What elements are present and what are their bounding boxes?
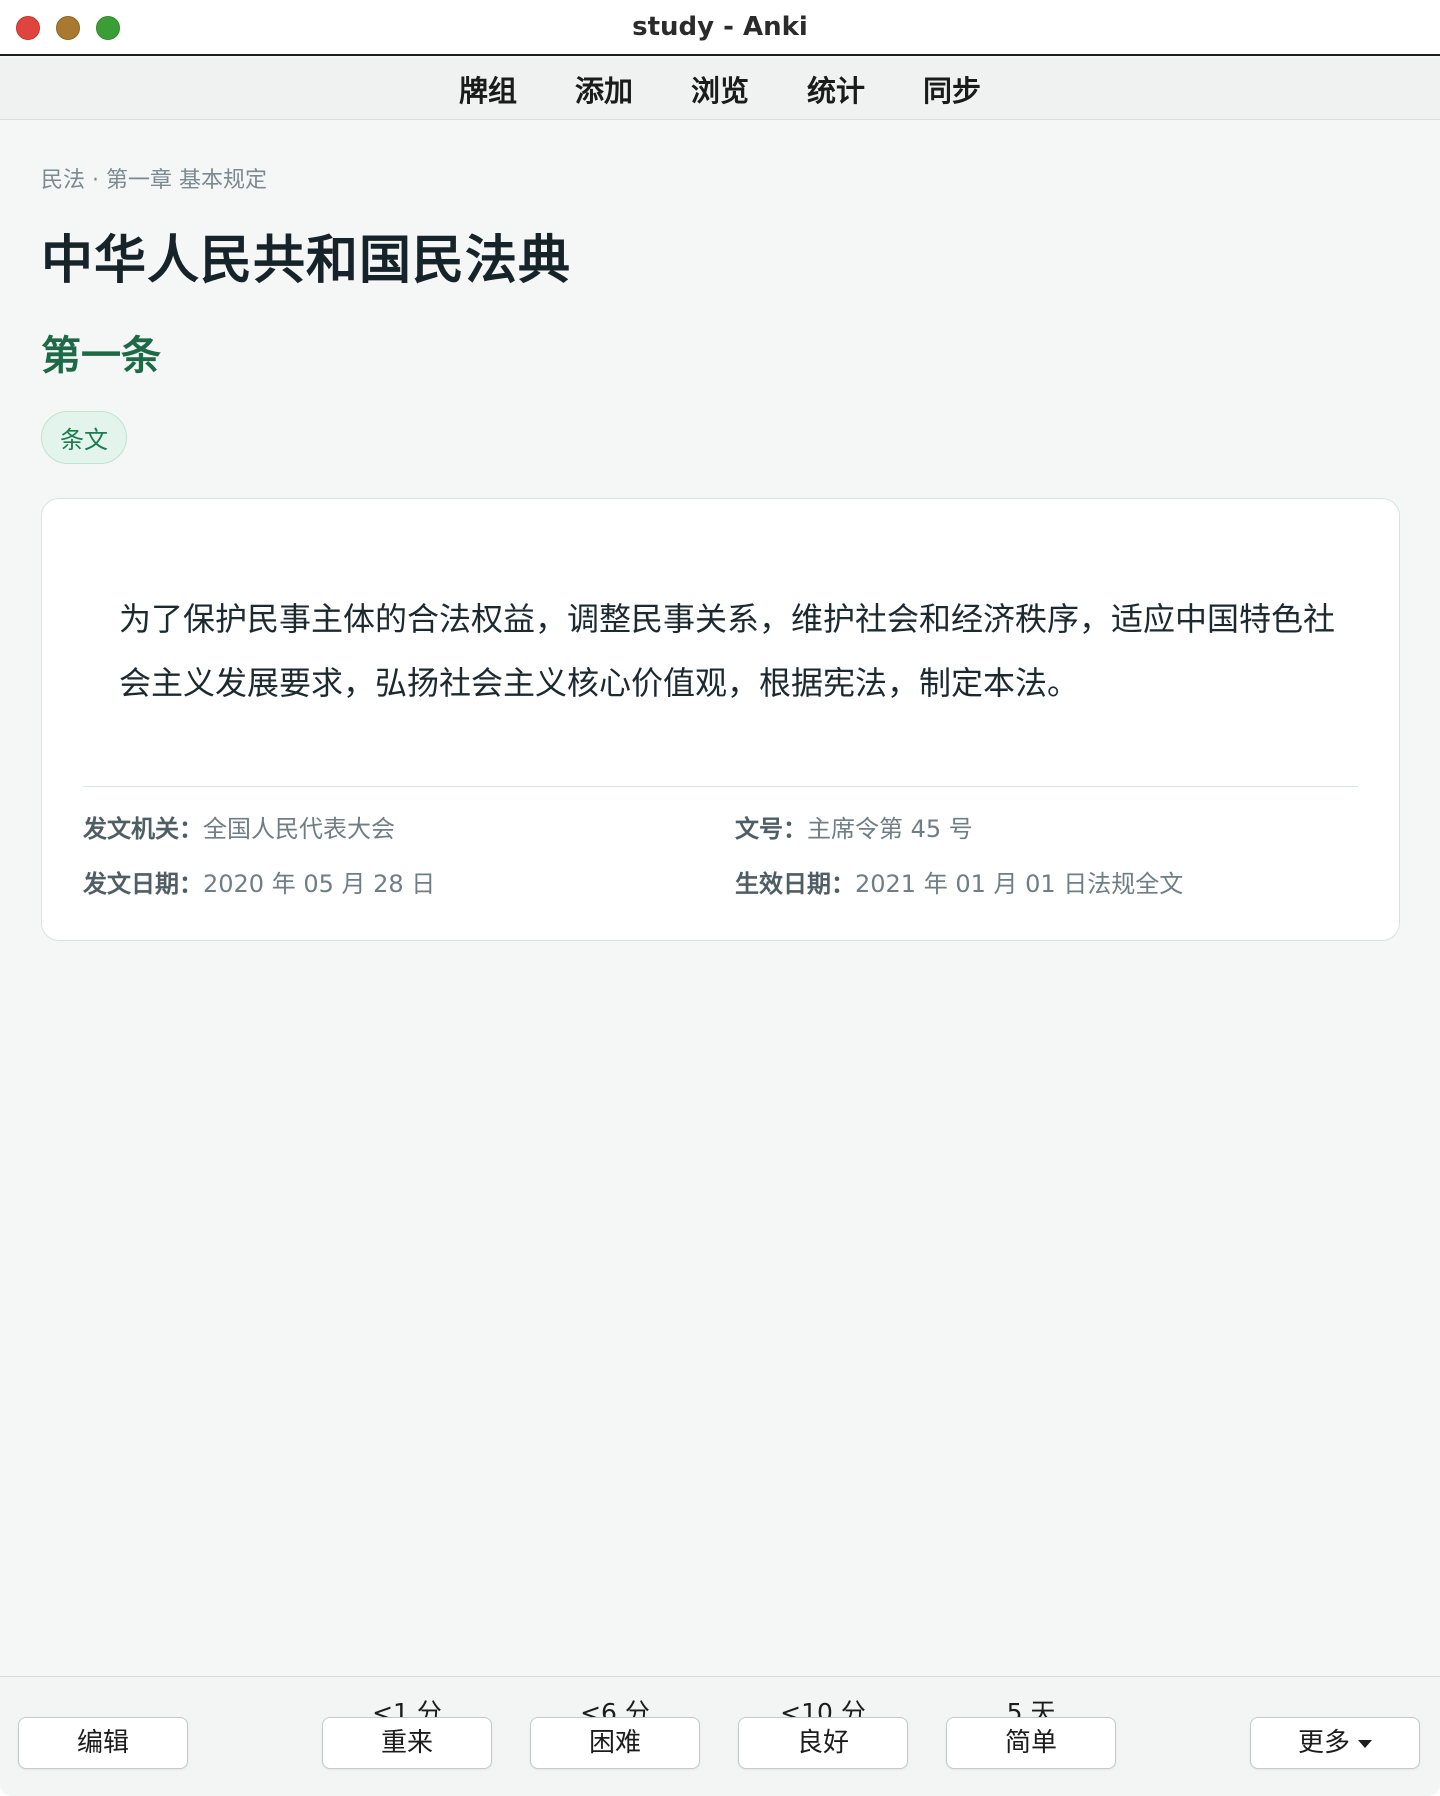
article-card: 为了保护民事主体的合法权益，调整民事关系，维护社会和经济秩序，适应中国特色社会主… bbox=[41, 498, 1400, 941]
window-title: study - Anki bbox=[632, 12, 808, 42]
title-bar: study - Anki bbox=[0, 0, 1440, 56]
article-number: 第一条 bbox=[41, 333, 161, 379]
hard-button[interactable]: 困难 bbox=[530, 1717, 700, 1769]
issue-date-value: 2020 年 05 月 28 日 bbox=[203, 870, 436, 898]
review-bar: 编辑 <1 分 重来 <6 分 困难 <10 分 良好 5 天 简单 更多 bbox=[0, 1676, 1440, 1796]
effective-date-label: 生效日期： bbox=[735, 870, 855, 898]
issuer-label: 发文机关： bbox=[83, 815, 203, 843]
easy-button[interactable]: 简单 bbox=[946, 1717, 1116, 1769]
menu-sync[interactable]: 同步 bbox=[923, 68, 981, 110]
tag-badge: 条文 bbox=[41, 411, 127, 464]
edit-button[interactable]: 编辑 bbox=[18, 1717, 188, 1769]
app-window: study - Anki 牌组 添加 浏览 统计 同步 民法 · 第一章 基本规… bbox=[0, 0, 1440, 1796]
effective-date-field: 生效日期：2021 年 01 月 01 日法规全文 bbox=[735, 864, 1183, 899]
article-body: 为了保护民事主体的合法权益，调整民事关系，维护社会和经济秩序，适应中国特色社会主… bbox=[119, 600, 1336, 702]
doc-number-field: 文号：主席令第 45 号 bbox=[735, 809, 973, 844]
issue-date-field: 发文日期：2020 年 05 月 28 日 bbox=[83, 864, 435, 899]
law-title: 中华人民共和国民法典 bbox=[41, 231, 572, 291]
effective-date-value: 2021 年 01 月 01 日法规全文 bbox=[855, 870, 1184, 898]
menu-decks[interactable]: 牌组 bbox=[459, 68, 517, 110]
menu-stats[interactable]: 统计 bbox=[807, 68, 865, 110]
again-button[interactable]: 重来 bbox=[322, 1717, 492, 1769]
more-label: 更多 bbox=[1297, 1728, 1350, 1758]
issuer-field: 发文机关：全国人民代表大会 bbox=[83, 809, 395, 844]
doc-number-label: 文号： bbox=[735, 815, 807, 843]
breadcrumb: 民法 · 第一章 基本规定 bbox=[41, 168, 267, 193]
menu-browse[interactable]: 浏览 bbox=[691, 68, 749, 110]
divider bbox=[83, 786, 1358, 787]
issuer-value: 全国人民代表大会 bbox=[203, 815, 395, 843]
menu-add[interactable]: 添加 bbox=[575, 68, 633, 110]
chevron-down-icon bbox=[1358, 1740, 1372, 1748]
doc-number-value: 主席令第 45 号 bbox=[807, 815, 973, 843]
top-menu: 牌组 添加 浏览 统计 同步 bbox=[0, 58, 1440, 120]
issue-date-label: 发文日期： bbox=[83, 870, 203, 898]
good-button[interactable]: 良好 bbox=[738, 1717, 908, 1769]
card-header: 民法 · 第一章 基本规定 中华人民共和国民法典 第一条 条文 bbox=[41, 120, 1401, 464]
more-button[interactable]: 更多 bbox=[1250, 1717, 1420, 1769]
